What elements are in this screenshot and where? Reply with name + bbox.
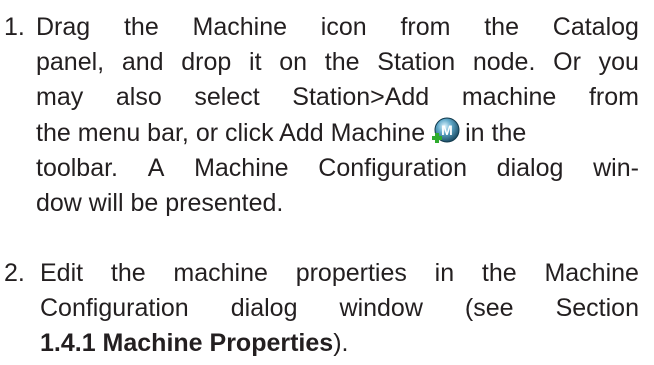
add-machine-icon[interactable]: M <box>431 117 461 147</box>
step-1-line-4: the menu bar, or click Add Machine M in <box>36 117 527 147</box>
section-reference-link: 1.4.1 Machine Properties <box>40 329 334 357</box>
step-2-line-3: 1.4.1 Machine Properties). <box>40 329 349 357</box>
step-1-line-1: Drag the Machine icon from the Catalog <box>36 13 639 41</box>
instruction-page: 1. Drag the Machine icon from the Catalo… <box>0 0 654 365</box>
step-2-line-1: Edit the machine properties in the Machi… <box>40 259 639 287</box>
step-1-number: 1. <box>4 13 25 41</box>
svg-text:M: M <box>441 122 453 138</box>
step-1-line-2: panel, and drop it on the Station node. … <box>36 48 639 76</box>
step-1-line-6: dow will be presented. <box>36 189 284 217</box>
step-2-number: 2. <box>4 259 25 287</box>
step-2-line-2: Configuration dialog window (see Section <box>40 294 639 322</box>
step-1-line-3: may also select Station>Add machine from <box>36 83 639 111</box>
step-1-line-5: toolbar. A Machine Configuration dialog … <box>36 154 639 182</box>
